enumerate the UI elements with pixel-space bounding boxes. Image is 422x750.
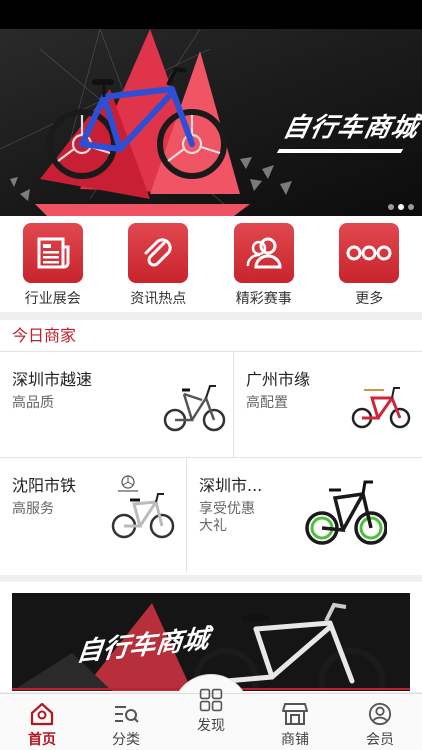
merchant-row: 深圳市越速 高品质 广州市缘 高配置: [0, 352, 422, 458]
store-icon: [282, 703, 308, 725]
paperclip-icon: [128, 223, 189, 283]
quick-item-news[interactable]: 资讯热点: [118, 223, 198, 312]
banner-underline: [276, 149, 404, 153]
carousel-dots: [388, 204, 414, 210]
quick-item-more[interactable]: 更多: [329, 223, 409, 312]
home-icon: [30, 702, 54, 726]
hero-banner[interactable]: 自行车商城: [0, 29, 422, 216]
quick-item-events[interactable]: 精彩赛事: [224, 223, 304, 312]
tab-label: 发现: [197, 718, 225, 734]
merchant-desc: 高服务: [12, 501, 54, 517]
carousel-dot[interactable]: [388, 204, 394, 210]
merchant-desc: 享受优惠大礼: [199, 501, 255, 534]
quick-menu: 行业展会 资讯热点 精彩赛事 更多: [0, 216, 422, 312]
carousel-dot-active[interactable]: [398, 204, 404, 210]
banner-title: 自行车商城: [280, 113, 422, 143]
mercedes-bike-image: [111, 475, 175, 539]
merchant-row: 沈阳市铁 高服务 深圳市... 享受优惠大礼: [0, 458, 422, 573]
quick-label: 行业展会: [24, 291, 81, 307]
tab-category[interactable]: 分类: [84, 694, 168, 750]
tab-home[interactable]: 首页: [0, 694, 84, 750]
more-dots-icon: [339, 223, 400, 283]
tab-label: 分类: [112, 732, 140, 748]
tab-store[interactable]: 商铺: [253, 694, 337, 750]
tab-member[interactable]: 会员: [338, 694, 422, 750]
tab-label: 会员: [366, 732, 394, 748]
merchants-section: 今日商家 深圳市越速 高品质 广州市缘 高配置 沈阳市铁 高服务 深圳市... …: [0, 320, 422, 575]
quick-label: 精彩赛事: [235, 291, 292, 307]
category-search-icon: [115, 706, 139, 723]
merchant-name: 深圳市越速: [12, 370, 93, 389]
green-bike-image: [305, 480, 387, 545]
merchant-desc: 高品质: [12, 395, 54, 411]
tab-bar: 首页 分类 发现 商铺 会员: [0, 688, 422, 750]
status-bar: [0, 0, 422, 29]
quick-label: 资讯热点: [130, 291, 187, 307]
merchant-card[interactable]: 深圳市越速 高品质: [0, 352, 234, 458]
quick-item-exhibition[interactable]: 行业展会: [13, 223, 93, 312]
app-screen: 自行车商城 行业展会 资讯热点 精彩赛事 更多 今日商家 深圳市越速 高品质 广…: [0, 0, 422, 750]
grid-icon: [199, 688, 223, 712]
folding-bike-image: [163, 385, 226, 432]
merchant-name: 广州市缘: [246, 370, 311, 389]
user-icon: [368, 702, 392, 726]
section-title: 今日商家: [0, 320, 422, 352]
tab-discover[interactable]: 发现: [169, 688, 253, 750]
carousel-dot[interactable]: [408, 204, 414, 210]
merchant-name: 深圳市...: [199, 476, 263, 495]
red-bike-image: [351, 387, 411, 429]
tab-label: 首页: [28, 732, 56, 748]
merchant-desc: 高配置: [246, 395, 288, 411]
users-icon: [233, 223, 294, 283]
quick-label: 更多: [355, 291, 384, 307]
merchant-card[interactable]: 沈阳市铁 高服务: [0, 458, 187, 573]
merchant-card[interactable]: 深圳市... 享受优惠大礼: [187, 458, 422, 573]
tab-label: 商铺: [281, 732, 309, 748]
newspaper-icon: [22, 223, 83, 283]
merchant-name: 沈阳市铁: [12, 476, 77, 495]
merchant-card[interactable]: 广州市缘 高配置: [234, 352, 422, 458]
